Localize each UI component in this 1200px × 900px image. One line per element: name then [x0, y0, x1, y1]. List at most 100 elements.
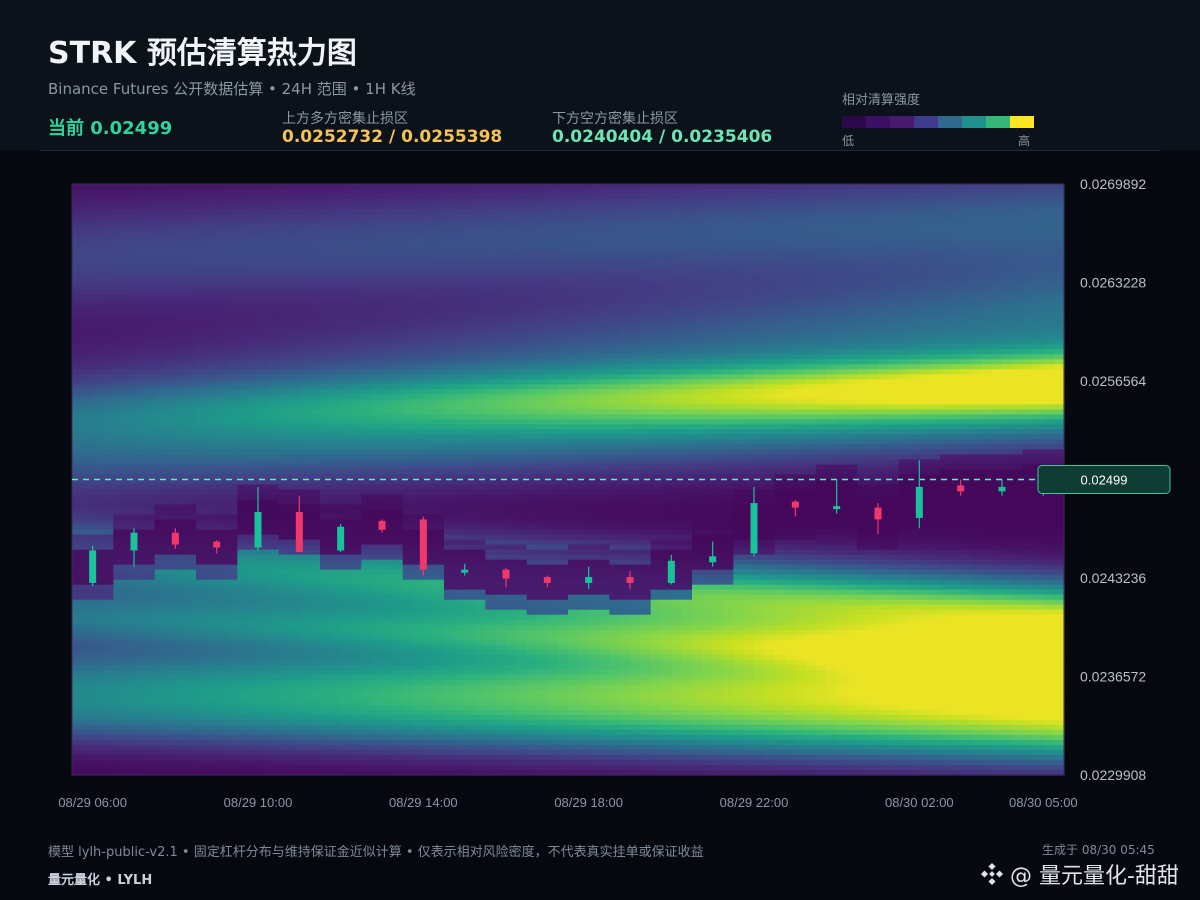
heatmap-cell [216, 454, 228, 461]
heatmap-cell [289, 639, 300, 646]
heatmap-cell [423, 279, 435, 285]
heatmap-cell [144, 729, 156, 736]
heatmap-cell [123, 334, 135, 340]
heatmap-cell [216, 714, 228, 721]
heatmap-cell [382, 274, 393, 280]
heatmap-cell [175, 629, 187, 636]
heatmap-cell [309, 459, 321, 466]
heatmap-cell [402, 324, 414, 330]
heatmap-cell [134, 549, 145, 556]
heatmap-cell [299, 584, 311, 591]
heatmap-cell [340, 739, 352, 746]
heatmap-cell [423, 579, 435, 586]
heatmap-cell [237, 659, 249, 666]
heatmap-cell [216, 209, 228, 215]
heatmap-cell [123, 584, 135, 591]
heatmap-cell [444, 279, 455, 285]
heatmap-cell [154, 684, 166, 691]
heatmap-cell [278, 449, 290, 456]
heatmap-cell [175, 644, 187, 651]
heatmap-cell [433, 504, 445, 511]
heatmap-cell [289, 199, 300, 205]
heatmap-cell [268, 639, 280, 646]
heatmap-cell [92, 639, 104, 646]
heatmap-cell [92, 314, 104, 320]
heatmap-cell [320, 409, 331, 415]
heatmap-cell [268, 549, 280, 556]
heatmap-cell [175, 454, 187, 461]
heatmap-cell [485, 744, 497, 751]
heatmap-cell [485, 669, 497, 676]
heatmap-cell [82, 409, 94, 415]
heatmap-cell [340, 204, 352, 210]
heatmap-cell [444, 579, 455, 586]
heatmap-cell [92, 739, 104, 746]
heatmap-cell [82, 759, 94, 766]
heatmap-cell [123, 344, 135, 350]
heatmap-cell [134, 399, 145, 405]
heatmap-cell [299, 614, 311, 621]
heatmap-cell [134, 634, 145, 641]
heatmap-cell [103, 629, 114, 636]
heatmap-cell [247, 389, 259, 395]
heatmap-cell [185, 589, 197, 596]
heatmap-cell [206, 244, 218, 250]
heatmap-cell [165, 524, 176, 531]
heatmap-cell [289, 679, 300, 686]
heatmap-cell [444, 334, 455, 340]
heatmap-cell [454, 344, 466, 350]
heatmap-cell [92, 434, 104, 441]
heatmap-cell [175, 294, 187, 300]
heatmap-cell [165, 244, 176, 250]
heatmap-cell [320, 449, 331, 456]
heatmap-cell [278, 664, 290, 671]
heatmap-cell [475, 724, 486, 731]
heatmap-cell [309, 189, 321, 195]
heatmap-cell [382, 229, 393, 235]
heatmap-cell [309, 279, 321, 285]
heatmap-cell [103, 504, 114, 511]
heatmap-cell [361, 679, 373, 686]
heatmap-cell [454, 759, 466, 766]
heatmap-cell [154, 704, 166, 711]
heatmap-cell [206, 479, 218, 486]
heatmap-cell [134, 389, 145, 395]
heatmap-cell [361, 479, 373, 486]
heatmap-cell [175, 264, 187, 270]
heatmap-cell [506, 194, 517, 200]
heatmap-cell [361, 599, 373, 606]
heatmap-cell [382, 419, 393, 426]
heatmap-cell [433, 624, 445, 631]
heatmap-cell [196, 754, 207, 761]
heatmap-cell [299, 249, 311, 255]
heatmap-cell [247, 439, 259, 446]
heatmap-cell [454, 584, 466, 591]
heatmap-cell [320, 539, 331, 546]
heatmap-cell [289, 379, 300, 385]
heatmap-cell [258, 294, 269, 300]
heatmap-cell [113, 319, 125, 325]
heatmap-cell [340, 374, 352, 380]
heatmap-cell [247, 469, 259, 476]
heatmap-cell [433, 419, 445, 426]
heatmap-cell [309, 269, 321, 275]
heatmap-cell [216, 239, 228, 245]
heatmap-cell [444, 549, 455, 556]
heatmap-cell [464, 729, 476, 736]
heatmap-cell [330, 444, 342, 451]
heatmap-cell [299, 324, 311, 330]
heatmap-cell [402, 694, 414, 701]
heatmap-cell [154, 659, 166, 666]
heatmap-cell [278, 209, 290, 215]
heatmap-cell [206, 724, 218, 731]
heatmap-cell [154, 239, 166, 245]
heatmap-cell [340, 224, 352, 230]
heatmap-cell [392, 739, 404, 746]
heatmap-cell [351, 399, 362, 405]
heatmap-cell [206, 664, 218, 671]
heatmap-cell [371, 269, 383, 275]
heatmap-cell [134, 264, 145, 270]
heatmap-cell [258, 344, 269, 350]
heatmap-cell [72, 389, 83, 395]
heatmap-cell [92, 529, 104, 536]
